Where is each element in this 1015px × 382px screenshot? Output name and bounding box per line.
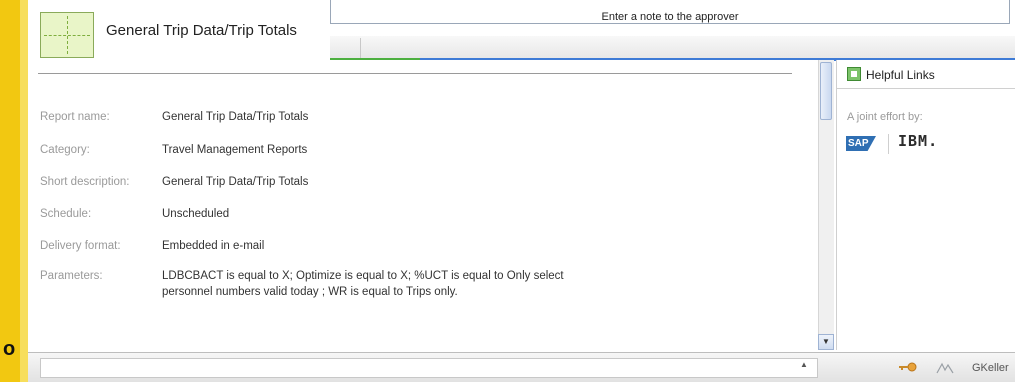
page-title: General Trip Data/Trip Totals bbox=[106, 22, 297, 39]
truncated-background-text: o bbox=[3, 338, 16, 360]
approver-note-placeholder: Enter a note to the approver bbox=[601, 11, 739, 23]
ibm-logo: IBM. bbox=[898, 132, 939, 150]
field-label: Schedule: bbox=[40, 208, 92, 220]
field-value: Travel Management Reports bbox=[162, 144, 308, 156]
logo-divider bbox=[888, 134, 889, 154]
field-label: Short description: bbox=[40, 176, 130, 188]
joint-effort-label: A joint effort by: bbox=[847, 111, 923, 123]
key-icon[interactable] bbox=[898, 362, 918, 372]
signature-icon[interactable] bbox=[936, 362, 954, 374]
field-value: Unscheduled bbox=[162, 208, 230, 220]
report-grid-icon bbox=[40, 12, 94, 58]
status-cell bbox=[40, 358, 818, 378]
scrollbar-thumb[interactable] bbox=[820, 62, 832, 120]
field-value: General Trip Data/Trip Totals bbox=[162, 111, 309, 123]
current-user[interactable]: GKeller bbox=[972, 362, 1009, 374]
helpful-links-label[interactable]: Helpful Links bbox=[866, 68, 935, 82]
field-value: Embedded in e-mail bbox=[162, 240, 265, 252]
title-divider bbox=[38, 73, 792, 74]
helpful-links-icon bbox=[847, 67, 861, 81]
report-details-panel bbox=[28, 60, 818, 350]
field-label: Delivery format: bbox=[40, 240, 121, 252]
field-value: LDBCBACT is equal to X; Optimize is equa… bbox=[162, 270, 564, 298]
left-accent-strip-inner bbox=[20, 0, 28, 382]
field-value: General Trip Data/Trip Totals bbox=[162, 176, 309, 188]
helpful-links-panel bbox=[836, 60, 1015, 350]
chevron-down-icon[interactable]: ▼ bbox=[818, 334, 834, 350]
field-label: Parameters: bbox=[40, 270, 103, 282]
left-accent-strip bbox=[0, 0, 20, 382]
field-label: Report name: bbox=[40, 111, 110, 123]
chevron-up-icon[interactable]: ▲ bbox=[800, 360, 808, 369]
toolbar-separator bbox=[360, 38, 361, 58]
field-label: Category: bbox=[40, 144, 90, 156]
